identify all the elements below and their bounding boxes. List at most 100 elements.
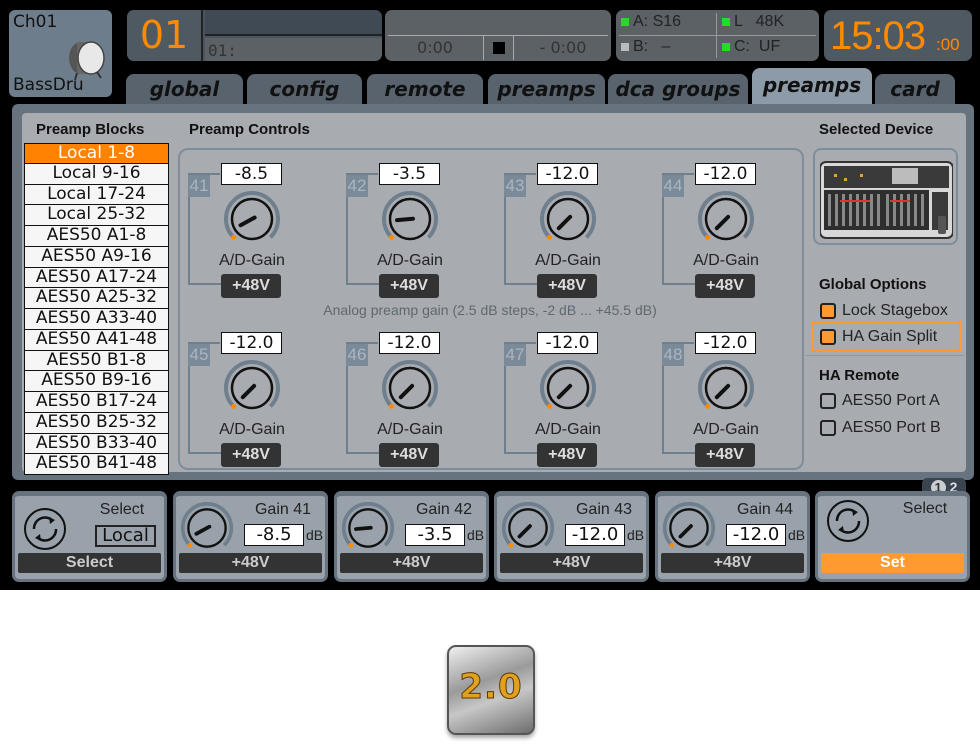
- channel-box[interactable]: Ch01 BassDru: [9, 10, 112, 97]
- gain-knob-icon[interactable]: [500, 500, 556, 556]
- phantom-power-button[interactable]: +48V: [340, 553, 483, 573]
- status-b-label: B: –: [633, 38, 671, 55]
- gain-value-field[interactable]: -12.0: [221, 332, 282, 354]
- aes50-port-b-option[interactable]: AES50 Port B: [820, 419, 941, 437]
- knob-label: A/D-Gain: [535, 421, 601, 438]
- scene-label: 01:: [205, 38, 382, 61]
- scene-display: 01 01:: [127, 10, 382, 61]
- phantom-power-button[interactable]: +48V: [221, 274, 281, 298]
- gain-knob-icon[interactable]: [538, 358, 598, 418]
- gain-knob-icon[interactable]: [340, 500, 396, 556]
- preamp-block-item[interactable]: Local 25-32: [24, 205, 169, 226]
- set-button[interactable]: Set: [821, 553, 964, 573]
- tab-card[interactable]: card: [875, 74, 955, 106]
- knob-label: A/D-Gain: [377, 421, 443, 438]
- divider: [388, 35, 608, 36]
- preamp-block-item[interactable]: AES50 B41-48: [24, 454, 169, 475]
- phantom-power-button[interactable]: +48V: [695, 443, 755, 467]
- gain-knob-icon[interactable]: [538, 189, 598, 249]
- status-b: B: –: [621, 38, 670, 56]
- scene-name-field: [205, 10, 382, 36]
- preamp-block-item[interactable]: Local 17-24: [24, 184, 169, 206]
- preamp-block-item[interactable]: AES50 A17-24: [24, 267, 169, 289]
- channel-name: BassDru: [13, 75, 84, 95]
- stop-icon[interactable]: [493, 42, 505, 54]
- gain-knob-icon[interactable]: [222, 189, 282, 249]
- gain-value-field[interactable]: -12.0: [537, 163, 598, 185]
- phantom-power-button[interactable]: +48V: [661, 553, 804, 573]
- cycle-icon[interactable]: [23, 507, 67, 551]
- status-c: C: UF: [722, 38, 780, 56]
- gain-knob-icon[interactable]: [179, 500, 235, 556]
- knob-label: A/D-Gain: [535, 252, 601, 269]
- preamp-block-item[interactable]: AES50 B33-40: [24, 433, 169, 455]
- tab-preamps[interactable]: preamps: [488, 74, 605, 106]
- tab-preamps-active[interactable]: preamps: [752, 68, 872, 106]
- channel-id: Ch01: [13, 12, 58, 32]
- tab-global[interactable]: global: [126, 74, 243, 106]
- gain-knob-icon[interactable]: [696, 189, 756, 249]
- preamp-channel: 46 -12.0 A/D-Gain +48V: [346, 332, 496, 467]
- gain-range-hint: Analog preamp gain (2.5 dB steps, -2 dB …: [323, 302, 657, 318]
- gain-knob-icon[interactable]: [696, 358, 756, 418]
- gain-value-field[interactable]: -12.0: [695, 163, 756, 185]
- gain-input[interactable]: -12.0: [726, 524, 786, 546]
- gain-input[interactable]: -3.5: [405, 524, 465, 546]
- preamp-block-item[interactable]: AES50 B25-32: [24, 412, 169, 434]
- preamp-block-item[interactable]: AES50 A33-40: [24, 309, 169, 330]
- phantom-power-button[interactable]: +48V: [500, 553, 643, 573]
- status-led-icon: [621, 18, 629, 26]
- phantom-power-button[interactable]: +48V: [537, 274, 597, 298]
- preamp-block-item[interactable]: AES50 A25-32: [24, 288, 169, 309]
- gain-knob-icon[interactable]: [222, 358, 282, 418]
- gain-knob-icon[interactable]: [380, 358, 440, 418]
- bass-drum-icon: [69, 41, 105, 80]
- aes50-port-a-option[interactable]: AES50 Port A: [820, 392, 940, 410]
- preamp-block-item[interactable]: Local 9-16: [24, 163, 169, 185]
- aes50-port-a-label: AES50 Port A: [842, 392, 940, 409]
- preamp-block-item[interactable]: AES50 B9-16: [24, 371, 169, 392]
- phantom-power-button[interactable]: +48V: [695, 274, 755, 298]
- select-button[interactable]: Select: [18, 553, 161, 573]
- unit-label: dB: [306, 527, 324, 543]
- preamp-block-item[interactable]: AES50 A41-48: [24, 329, 169, 351]
- gain-value-field[interactable]: -8.5: [221, 163, 282, 185]
- preamp-block-item[interactable]: AES50 B1-8: [24, 350, 169, 372]
- selected-device-frame: [813, 148, 958, 245]
- select-title: Select: [99, 501, 145, 518]
- aes50-port-a-checkbox[interactable]: [820, 393, 836, 409]
- phantom-power-button[interactable]: +48V: [379, 443, 439, 467]
- gain-value-field[interactable]: -12.0: [695, 332, 756, 354]
- preamp-block-item[interactable]: AES50 B17-24: [24, 392, 169, 413]
- cycle-icon[interactable]: [826, 499, 870, 543]
- gain-input[interactable]: -12.0: [565, 524, 625, 546]
- preamp-block-item[interactable]: Local 1-8: [24, 143, 169, 164]
- preamp-block-item[interactable]: AES50 A9-16: [24, 246, 169, 268]
- gain-value-field[interactable]: -12.0: [379, 332, 440, 354]
- ha-gain-split-checkbox[interactable]: [820, 328, 836, 345]
- ha-gain-split-option[interactable]: HA Gain Split: [811, 321, 961, 352]
- clock-time: 15:03: [830, 14, 926, 58]
- unit-label: dB: [467, 527, 485, 543]
- gain-value-field[interactable]: -3.5: [379, 163, 440, 185]
- tab-config[interactable]: config: [247, 74, 362, 106]
- preamp-channel: 43 -12.0 A/D-Gain +48V: [504, 163, 654, 298]
- clock-seconds: :00: [936, 35, 960, 54]
- phantom-power-button[interactable]: +48V: [179, 553, 322, 573]
- tab-dca-groups[interactable]: dca groups: [608, 74, 748, 106]
- phantom-power-button[interactable]: +48V: [221, 443, 281, 467]
- gain-input[interactable]: -8.5: [244, 524, 304, 546]
- lock-stagebox-option[interactable]: Lock Stagebox: [820, 302, 948, 320]
- gain-knob-icon[interactable]: [661, 500, 717, 556]
- gain-knob-icon[interactable]: [380, 189, 440, 249]
- gain-card: Gain 42 -3.5 dB +48V: [334, 491, 489, 582]
- phantom-power-button[interactable]: +48V: [379, 274, 439, 298]
- lock-stagebox-checkbox[interactable]: [820, 303, 836, 319]
- mixer-screen: Ch01 BassDru 01 01: 0:00 - 0:00 A: S16 B…: [0, 0, 980, 590]
- phantom-power-button[interactable]: +48V: [537, 443, 597, 467]
- tab-remote[interactable]: remote: [367, 74, 483, 106]
- preamp-block-item[interactable]: AES50 A1-8: [24, 226, 169, 247]
- aes50-port-b-checkbox[interactable]: [820, 420, 836, 436]
- status-a-label: A: S16: [633, 13, 682, 30]
- gain-value-field[interactable]: -12.0: [537, 332, 598, 354]
